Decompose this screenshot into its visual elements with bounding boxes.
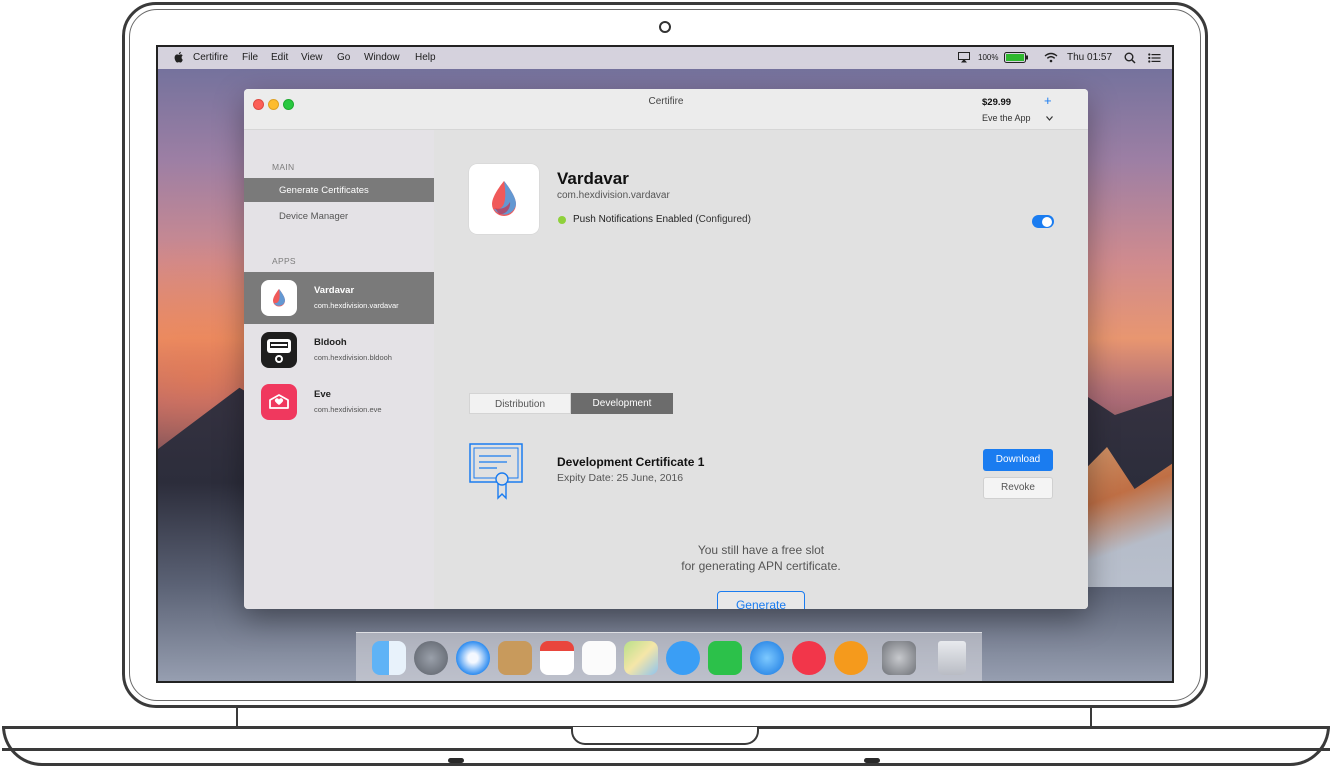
app-name: Eve: [314, 389, 331, 400]
menu-window[interactable]: Window: [364, 52, 400, 63]
launchpad-icon[interactable]: [414, 641, 448, 675]
sidebar-section-main: MAIN: [272, 162, 295, 172]
sidebar-item-label: Device Manager: [279, 211, 349, 222]
revoke-button[interactable]: Revoke: [983, 477, 1053, 499]
music-icon[interactable]: [792, 641, 826, 675]
status-dot: [558, 216, 566, 224]
finder-icon[interactable]: [372, 641, 406, 675]
menu-file[interactable]: File: [242, 52, 258, 63]
certificate-icon: [469, 443, 523, 500]
laptop-foot-right: [864, 758, 880, 763]
toggle-knob: [1042, 216, 1052, 227]
account-selector[interactable]: Eve the App: [982, 113, 1031, 123]
system-preferences-icon[interactable]: [882, 641, 916, 675]
detail-app-icon: [469, 164, 539, 234]
heart-envelope-icon: [269, 394, 289, 409]
facetime-icon[interactable]: [708, 641, 742, 675]
battery-icon[interactable]: [1004, 52, 1030, 63]
camera: [659, 21, 671, 33]
calendar-icon[interactable]: [540, 641, 574, 675]
title-bar: Certifire $29.99 + Eve the App: [244, 89, 1088, 130]
tab-development[interactable]: Development: [571, 393, 673, 414]
laptop-base-edge: [2, 748, 1330, 751]
free-slot-line-2: for generating APN certificate.: [681, 559, 841, 573]
ibooks-icon[interactable]: [834, 641, 868, 675]
sidebar-item-generate-certificates[interactable]: Generate Certificates: [244, 178, 434, 202]
sidebar-section-apps: APPS: [272, 256, 296, 266]
chevron-down-icon[interactable]: [1046, 116, 1053, 121]
menu-view[interactable]: View: [301, 52, 323, 63]
push-status-note: (Configured): [695, 214, 751, 225]
safari-icon[interactable]: [456, 641, 490, 675]
laptop-hinge: [236, 706, 1092, 728]
detail-bundle-id: com.hexdivision.vardavar: [557, 190, 670, 201]
tab-distribution[interactable]: Distribution: [469, 393, 571, 414]
sidebar: MAIN Generate Certificates Device Manage…: [244, 130, 434, 609]
certificate-expiry: Expity Date: 25 June, 2016: [557, 472, 684, 484]
app-bundle-id: com.hexdivision.eve: [314, 405, 382, 414]
bldooh-app-icon: [261, 332, 297, 368]
sidebar-item-label: Generate Certificates: [279, 185, 369, 196]
wifi-icon[interactable]: [1044, 52, 1058, 63]
messages-icon[interactable]: [666, 641, 700, 675]
notification-center-icon[interactable]: [1148, 53, 1161, 63]
app-row-eve[interactable]: Eve com.hexdivision.eve: [244, 376, 434, 428]
add-app-button[interactable]: +: [1044, 93, 1052, 108]
spotlight-search-icon[interactable]: [1124, 52, 1136, 64]
app-name: Vardavar: [314, 285, 355, 296]
app-row-vardavar[interactable]: Vardavar com.hexdivision.vardavar: [244, 272, 434, 324]
push-status: Push Notifications Enabled (Configured): [573, 214, 751, 225]
app-store-icon[interactable]: [750, 641, 784, 675]
contacts-icon[interactable]: [498, 641, 532, 675]
dock: [356, 632, 982, 681]
sidebar-item-device-manager[interactable]: Device Manager: [244, 204, 434, 228]
apple-icon[interactable]: [174, 51, 184, 63]
push-status-label: Push Notifications Enabled: [573, 214, 693, 225]
eve-app-icon: [261, 384, 297, 420]
drop-icon: [492, 181, 516, 216]
bus-icon: [267, 339, 291, 363]
maps-icon[interactable]: [624, 641, 658, 675]
laptop-notch: [571, 727, 759, 745]
menu-help[interactable]: Help: [415, 52, 436, 63]
free-slot-line-1: You still have a free slot: [697, 543, 825, 557]
menu-edit[interactable]: Edit: [271, 52, 288, 63]
certifire-window: Certifire $29.99 + Eve the App MAIN Gene…: [244, 89, 1088, 609]
detail-app-name: Vardavar: [557, 169, 629, 188]
reminders-icon[interactable]: [582, 641, 616, 675]
airplay-icon[interactable]: [958, 52, 970, 63]
window-title: Certifire: [648, 96, 684, 107]
vardavar-app-icon: [261, 280, 297, 316]
push-notifications-toggle[interactable]: [1032, 215, 1054, 228]
screen: Certifire File Edit View Go Window Help …: [156, 45, 1174, 683]
battery-percent: 100%: [978, 53, 999, 62]
download-button[interactable]: Download: [983, 449, 1053, 471]
trash-icon[interactable]: [938, 641, 966, 675]
drop-icon: [273, 289, 285, 307]
app-detail-panel: Vardavar com.hexdivision.vardavar Push N…: [434, 130, 1088, 609]
menu-app-name[interactable]: Certifire: [193, 52, 228, 63]
app-bundle-id: com.hexdivision.vardavar: [314, 301, 399, 310]
menu-go[interactable]: Go: [337, 52, 350, 63]
generate-button[interactable]: Generate: [717, 591, 805, 609]
menu-bar: Certifire File Edit View Go Window Help …: [158, 47, 1172, 69]
app-bundle-id: com.hexdivision.bldooh: [314, 353, 392, 362]
certificate-title: Development Certificate 1: [557, 455, 705, 469]
app-row-bldooh[interactable]: Bldooh com.hexdivision.bldooh: [244, 324, 434, 376]
price-label: $29.99: [982, 97, 1012, 108]
app-name: Bldooh: [314, 337, 347, 348]
menu-clock[interactable]: Thu 01:57: [1067, 52, 1112, 63]
laptop-foot-left: [448, 758, 464, 763]
